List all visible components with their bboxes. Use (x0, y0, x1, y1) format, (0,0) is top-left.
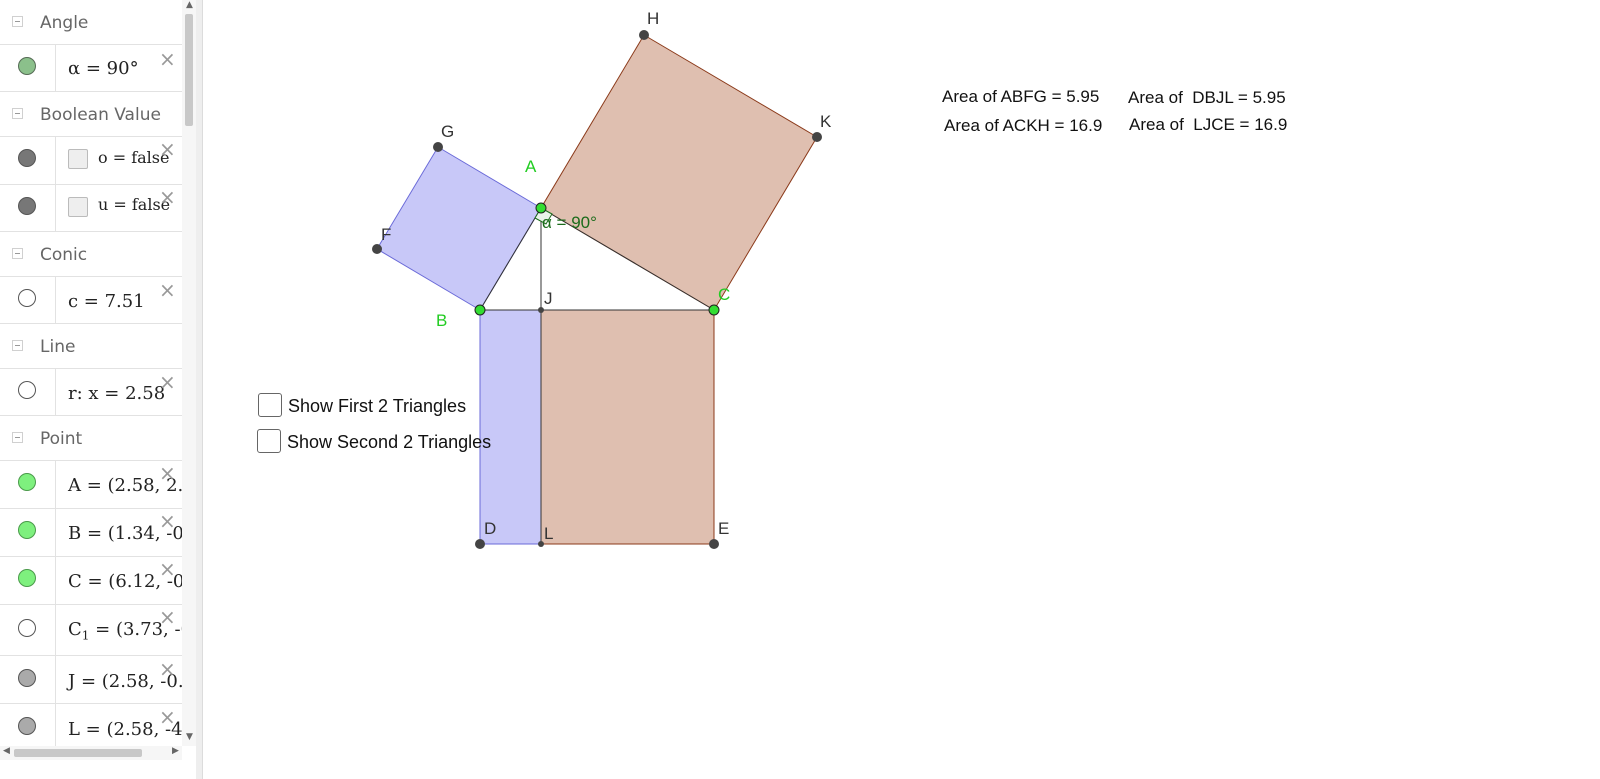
visibility-marble-icon[interactable] (18, 521, 36, 539)
visibility-marble-icon[interactable] (18, 569, 36, 587)
point-H[interactable] (639, 30, 649, 40)
visibility-marble-icon[interactable] (18, 197, 36, 215)
boolean-checkbox[interactable] (68, 149, 88, 169)
scroll-left-icon[interactable]: ◀ (3, 746, 10, 756)
collapse-icon[interactable] (12, 248, 23, 259)
delete-icon[interactable]: × (159, 607, 176, 627)
algebra-row-J[interactable]: J = (2.58, -0. × (0, 656, 182, 704)
category-label: Point (40, 429, 83, 449)
show-first-triangles-label[interactable]: Show First 2 Triangles (288, 396, 466, 417)
algebra-view: Angle α = 90° × Boolean Value o = false … (0, 0, 182, 779)
algebra-row-L[interactable]: L = (2.58, -4. × (0, 704, 182, 751)
visibility-marble-icon[interactable] (18, 669, 36, 687)
category-conic[interactable]: Conic (0, 232, 182, 277)
label-B: B (436, 311, 447, 330)
category-label: Line (40, 337, 76, 357)
area-dbjl-text[interactable]: Area of DBJL = 5.95 (1128, 88, 1286, 108)
geometry-canvas[interactable]: H K G F A B C J D L E α = 90° (203, 0, 1600, 779)
show-second-triangles-checkbox[interactable] (257, 429, 281, 453)
visibility-marble-icon[interactable] (18, 717, 36, 735)
category-label: Boolean Value (40, 105, 161, 125)
point-C[interactable] (708, 304, 720, 316)
point-G[interactable] (433, 142, 443, 152)
label-L: L (544, 524, 553, 543)
scroll-right-icon[interactable]: ▶ (172, 746, 179, 756)
label-F: F (381, 225, 391, 244)
point-E[interactable] (709, 539, 719, 549)
rectangle-LJCE[interactable] (540, 309, 715, 545)
label-K: K (820, 112, 832, 131)
category-label: Conic (40, 245, 88, 265)
delete-icon[interactable]: × (159, 463, 176, 483)
point-B[interactable] (474, 304, 486, 316)
label-J: J (544, 289, 553, 308)
algebra-row-c[interactable]: c = 7.51 × (0, 277, 182, 324)
collapse-icon[interactable] (12, 340, 23, 351)
collapse-icon[interactable] (12, 16, 23, 27)
algebra-row-u[interactable]: u = false × (0, 185, 182, 232)
algebra-vertical-scrollbar[interactable]: ▲ ▼ (182, 0, 196, 746)
delete-icon[interactable]: × (159, 659, 176, 679)
delete-icon[interactable]: × (159, 707, 176, 727)
show-second-triangles-label[interactable]: Show Second 2 Triangles (287, 432, 491, 453)
visibility-marble-icon[interactable] (18, 149, 36, 167)
algebra-expression[interactable]: r: x = 2.58 (68, 383, 165, 404)
point-A[interactable] (535, 202, 547, 214)
category-boolean[interactable]: Boolean Value (0, 92, 182, 137)
delete-icon[interactable]: × (159, 372, 176, 392)
visibility-marble-icon[interactable] (18, 289, 36, 307)
algebra-row-B[interactable]: B = (1.34, -0. × (0, 509, 182, 557)
algebra-row-C1[interactable]: C1 = (3.73, -0 × (0, 605, 182, 656)
angle-label: α = 90° (542, 213, 597, 232)
square-ABFG[interactable] (376, 146, 542, 311)
visibility-marble-icon[interactable] (18, 619, 36, 637)
scrollbar-thumb[interactable] (185, 14, 193, 126)
point-K[interactable] (812, 132, 822, 142)
algebra-row-r[interactable]: r: x = 2.58 × (0, 369, 182, 416)
collapse-icon[interactable] (12, 432, 23, 443)
point-F[interactable] (372, 244, 382, 254)
area-ljce-text[interactable]: Area of LJCE = 16.9 (1129, 115, 1287, 135)
algebra-row-A[interactable]: A = (2.58, 2.0 × (0, 461, 182, 509)
algebra-expression[interactable]: α = 90° (68, 58, 139, 79)
algebra-row-C[interactable]: C = (6.12, -0. × (0, 557, 182, 605)
delete-icon[interactable]: × (159, 49, 176, 69)
label-E: E (718, 519, 729, 538)
delete-icon[interactable]: × (159, 187, 176, 207)
delete-icon[interactable]: × (159, 139, 176, 159)
algebra-row-o[interactable]: o = false × (0, 137, 182, 185)
visibility-marble-icon[interactable] (18, 473, 36, 491)
delete-icon[interactable]: × (159, 280, 176, 300)
category-line[interactable]: Line (0, 324, 182, 369)
area-ackh-text[interactable]: Area of ACKH = 16.9 (944, 116, 1102, 136)
area-abfg-text[interactable]: Area of ABFG = 5.95 (942, 87, 1099, 107)
category-label: Angle (40, 13, 89, 33)
label-A: A (525, 157, 537, 176)
collapse-icon[interactable] (12, 108, 23, 119)
category-angle[interactable]: Angle (0, 0, 182, 45)
point-D[interactable] (475, 539, 485, 549)
scroll-down-icon[interactable]: ▼ (186, 732, 193, 742)
graphics-view[interactable]: H K G F A B C J D L E α = 90° Show First… (203, 0, 1600, 779)
label-D: D (484, 519, 496, 538)
label-G: G (441, 122, 454, 141)
algebra-horizontal-scrollbar[interactable]: ◀ ▶ (0, 746, 182, 760)
point-name: C (68, 619, 82, 640)
category-point[interactable]: Point (0, 416, 182, 461)
scrollbar-thumb[interactable] (14, 749, 142, 757)
square-ACKH[interactable] (540, 34, 818, 311)
boolean-checkbox[interactable] (68, 197, 88, 217)
view-divider[interactable] (196, 0, 203, 779)
scroll-up-icon[interactable]: ▲ (186, 0, 193, 10)
show-first-triangles-checkbox[interactable] (258, 393, 282, 417)
label-H: H (647, 9, 659, 28)
rectangle-DBJL[interactable] (479, 309, 542, 545)
algebra-row-alpha[interactable]: α = 90° × (0, 45, 182, 92)
visibility-marble-icon[interactable] (18, 381, 36, 399)
visibility-marble-icon[interactable] (18, 57, 36, 75)
delete-icon[interactable]: × (159, 559, 176, 579)
delete-icon[interactable]: × (159, 511, 176, 531)
algebra-expression[interactable]: c = 7.51 (68, 291, 145, 312)
label-C: C (718, 285, 730, 304)
